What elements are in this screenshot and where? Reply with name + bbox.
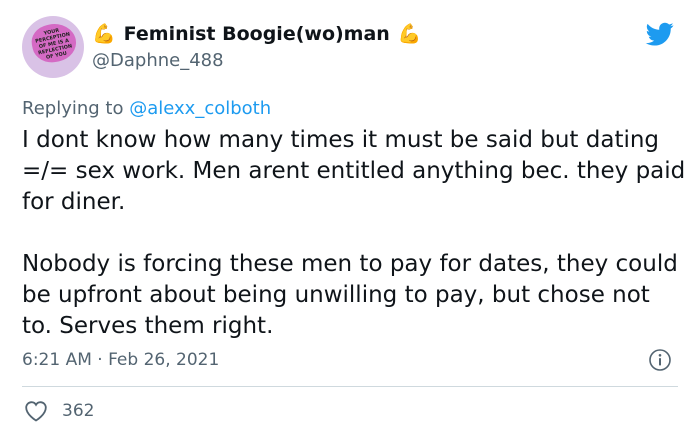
author-name-row[interactable]: 💪 Feminist Boogie(wo)man 💪 <box>92 22 422 46</box>
flexed-biceps-icon: 💪 <box>92 23 116 45</box>
flexed-biceps-icon: 💪 <box>397 23 422 45</box>
tweet-paragraph-1: I dont know how many times it must be sa… <box>22 127 686 215</box>
avatar[interactable]: YOUR PERCEPTION OF ME IS A REFLECTION OF… <box>22 16 84 78</box>
tweet-paragraph-2: Nobody is forcing these men to pay for d… <box>22 251 678 339</box>
reply-target-link[interactable]: @alexx_colboth <box>129 98 271 119</box>
like-count: 362 <box>62 401 95 421</box>
replying-to-line: Replying to @alexx_colboth <box>22 98 271 119</box>
divider <box>22 386 678 387</box>
author-display-name[interactable]: Feminist Boogie(wo)man <box>124 23 390 45</box>
tweet-timestamp[interactable]: 6:21 AM · Feb 26, 2021 <box>22 350 219 370</box>
like-action[interactable]: 362 <box>24 400 94 422</box>
tweet-card: YOUR PERCEPTION OF ME IS A REFLECTION OF… <box>0 0 700 442</box>
twitter-bird-icon[interactable] <box>644 20 676 48</box>
info-icon[interactable] <box>648 348 672 372</box>
tweet-body: I dont know how many times it must be sa… <box>22 125 687 342</box>
heart-icon[interactable] <box>24 400 48 422</box>
replying-to-label: Replying to <box>22 98 124 119</box>
author-handle[interactable]: @Daphne_488 <box>92 50 224 71</box>
